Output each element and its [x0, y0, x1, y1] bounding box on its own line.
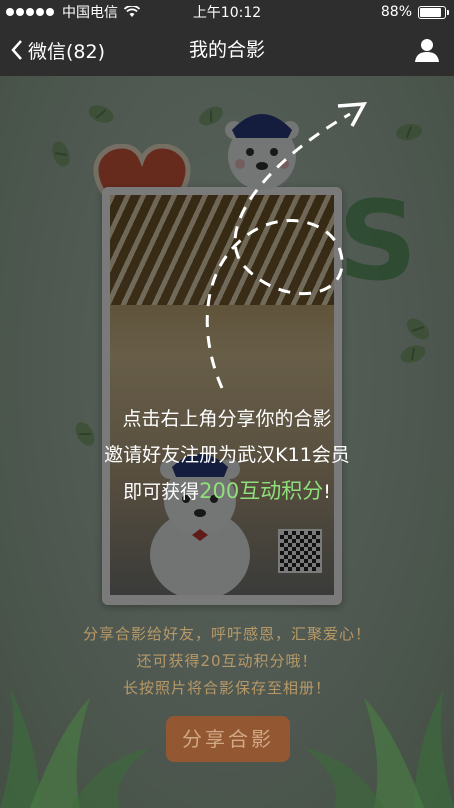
status-bar: 中国电信 上午10:12 88% [0, 0, 454, 24]
share-instructions: 点击右上角分享你的合影 邀请好友注册为武汉K11会员 即可获得200互动积分! [0, 401, 454, 510]
nav-bar: 微信(82) 我的合影 [0, 24, 454, 76]
tip-line-1: 分享合影给好友，呼吁感恩，汇聚爱心！ [82, 625, 371, 643]
instruction-line-1: 点击右上角分享你的合影 [122, 408, 332, 430]
reward-suffix: ! [323, 481, 331, 503]
person-icon[interactable] [414, 37, 440, 63]
grass-decoration-icon [304, 688, 454, 808]
battery-percent: 88% [380, 4, 412, 20]
share-photo-button[interactable]: 分享合影 [166, 716, 290, 762]
poster-area: S [0, 76, 454, 808]
status-right: 88% [380, 4, 449, 20]
reward-prefix: 即可获得 [123, 481, 200, 503]
grass-decoration-icon [0, 688, 150, 808]
battery-fill [420, 7, 441, 17]
instruction-line-3: 即可获得200互动积分! [0, 473, 454, 510]
page-title: 我的合影 [188, 39, 265, 61]
instruction-line-2: 邀请好友注册为武汉K11会员 [104, 444, 350, 466]
battery-icon [418, 5, 449, 19]
reward-points: 200互动积分 [199, 479, 324, 503]
